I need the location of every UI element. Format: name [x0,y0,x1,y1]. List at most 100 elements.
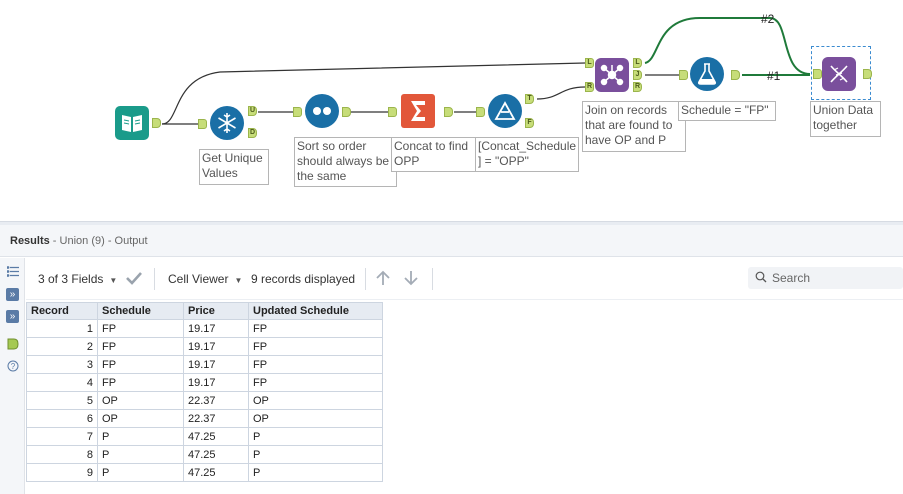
collapse-icon[interactable]: » [6,310,19,323]
cell-updated-schedule[interactable]: FP [248,373,383,392]
join-l-anchor[interactable]: L [585,58,594,68]
filter-f-anchor[interactable]: F [525,118,534,128]
cell-updated-schedule[interactable]: P [248,427,383,446]
arrow-up-icon [376,270,390,285]
results-title: Results [10,235,50,247]
sort-output-anchor[interactable] [342,107,351,117]
union-output-anchor[interactable] [863,69,872,79]
join-annotation: Join on records that are found to have O… [582,101,686,152]
summarize-tool[interactable] [401,94,435,128]
cell-price[interactable]: 22.37 [183,409,249,428]
join-left-output-anchor[interactable]: L [633,58,642,68]
join-tool[interactable] [595,58,629,92]
table-row[interactable]: 1 FP 19.17 FP [26,319,383,338]
apply-check-button[interactable] [125,269,143,290]
cell-price[interactable]: 47.25 [183,463,249,482]
cell-price[interactable]: 19.17 [183,373,249,392]
cell-record[interactable]: 8 [26,445,98,464]
join-right-output-anchor[interactable]: R [633,82,642,92]
summarize-input-anchor[interactable] [388,107,397,117]
cell-record[interactable]: 7 [26,427,98,446]
column-header-record[interactable]: Record [26,302,98,320]
cell-record[interactable]: 1 [26,319,98,338]
cell-schedule[interactable]: P [97,463,184,482]
cell-price[interactable]: 19.17 [183,319,249,338]
input-data-tool[interactable] [115,106,149,140]
cell-price[interactable]: 47.25 [183,445,249,464]
cell-record[interactable]: 2 [26,337,98,356]
cell-schedule[interactable]: P [97,445,184,464]
join-r-anchor[interactable]: R [585,82,594,92]
cell-schedule[interactable]: FP [97,337,184,356]
help-icon[interactable]: ? [6,360,19,373]
previous-button[interactable] [374,269,392,290]
table-row[interactable]: 8 P 47.25 P [26,445,383,464]
unique-u-anchor[interactable]: U [248,106,257,116]
workflow-canvas[interactable]: U D T F L R L J R #2 #1 Get Unique Value… [0,0,903,221]
filter-triangle-icon [488,94,522,128]
cell-record[interactable]: 5 [26,391,98,410]
dna-icon [822,57,856,91]
fields-dropdown[interactable]: 3 of 3 Fields ▼ [38,272,117,286]
cell-updated-schedule[interactable]: FP [248,319,383,338]
cell-record[interactable]: 3 [26,355,98,374]
formula-tool[interactable] [690,57,724,91]
results-header: Results - Union (9) - Output [0,225,903,257]
summarize-output-anchor[interactable] [444,107,453,117]
cell-schedule[interactable]: FP [97,373,184,392]
list-icon[interactable] [6,266,19,279]
cell-record[interactable]: 4 [26,373,98,392]
sort-input-anchor[interactable] [293,107,302,117]
cell-updated-schedule[interactable]: OP [248,409,383,428]
output-anchor-icon[interactable] [6,338,19,351]
unique-d-anchor[interactable]: D [248,128,257,138]
next-button[interactable] [402,269,420,290]
table-row[interactable]: 2 FP 19.17 FP [26,337,383,356]
filter-t-anchor[interactable]: T [525,94,534,104]
expand-icon[interactable]: » [6,288,19,301]
formula-output-anchor[interactable] [731,70,740,80]
results-side-rail: » » ? [0,258,25,494]
cell-record[interactable]: 6 [26,409,98,428]
cell-schedule[interactable]: OP [97,409,184,428]
table-row[interactable]: 3 FP 19.17 FP [26,355,383,374]
cell-updated-schedule[interactable]: FP [248,337,383,356]
column-header-price[interactable]: Price [183,302,249,320]
formula-input-anchor[interactable] [679,70,688,80]
unique-tool[interactable] [210,106,244,140]
table-row[interactable]: 4 FP 19.17 FP [26,373,383,392]
table-row[interactable]: 5 OP 22.37 OP [26,391,383,410]
cell-schedule[interactable]: P [97,427,184,446]
filter-annotation: [Concat_Schedule ] = "OPP" [475,137,579,172]
cell-price[interactable]: 19.17 [183,355,249,374]
cell-price[interactable]: 22.37 [183,391,249,410]
table-row[interactable]: 7 P 47.25 P [26,427,383,446]
cell-updated-schedule[interactable]: OP [248,391,383,410]
cell-updated-schedule[interactable]: P [248,463,383,482]
cell-record[interactable]: 9 [26,463,98,482]
cell-schedule[interactable]: FP [97,319,184,338]
column-header-updated-schedule[interactable]: Updated Schedule [248,302,383,320]
union-input-anchor[interactable] [813,69,822,79]
table-row[interactable]: 9 P 47.25 P [26,463,383,482]
column-header-schedule[interactable]: Schedule [97,302,184,320]
cell-price[interactable]: 47.25 [183,427,249,446]
cell-viewer-dropdown[interactable]: Cell Viewer ▼ [168,272,242,286]
unique-input-anchor[interactable] [198,119,207,129]
toolbar-separator [432,268,433,290]
filter-tool[interactable] [488,94,522,128]
union-tool[interactable] [822,57,856,91]
sort-tool[interactable] [305,94,339,128]
search-input[interactable]: Search [748,267,903,289]
cell-schedule[interactable]: OP [97,391,184,410]
join-j-anchor[interactable]: J [633,70,642,80]
cell-schedule[interactable]: FP [97,355,184,374]
input-output-anchor[interactable] [152,118,161,128]
filter-input-anchor[interactable] [476,107,485,117]
table-row[interactable]: 6 OP 22.37 OP [26,409,383,428]
flask-icon [690,57,724,91]
union-annotation: Union Data together [810,101,881,137]
cell-updated-schedule[interactable]: P [248,445,383,464]
cell-updated-schedule[interactable]: FP [248,355,383,374]
cell-price[interactable]: 19.17 [183,337,249,356]
